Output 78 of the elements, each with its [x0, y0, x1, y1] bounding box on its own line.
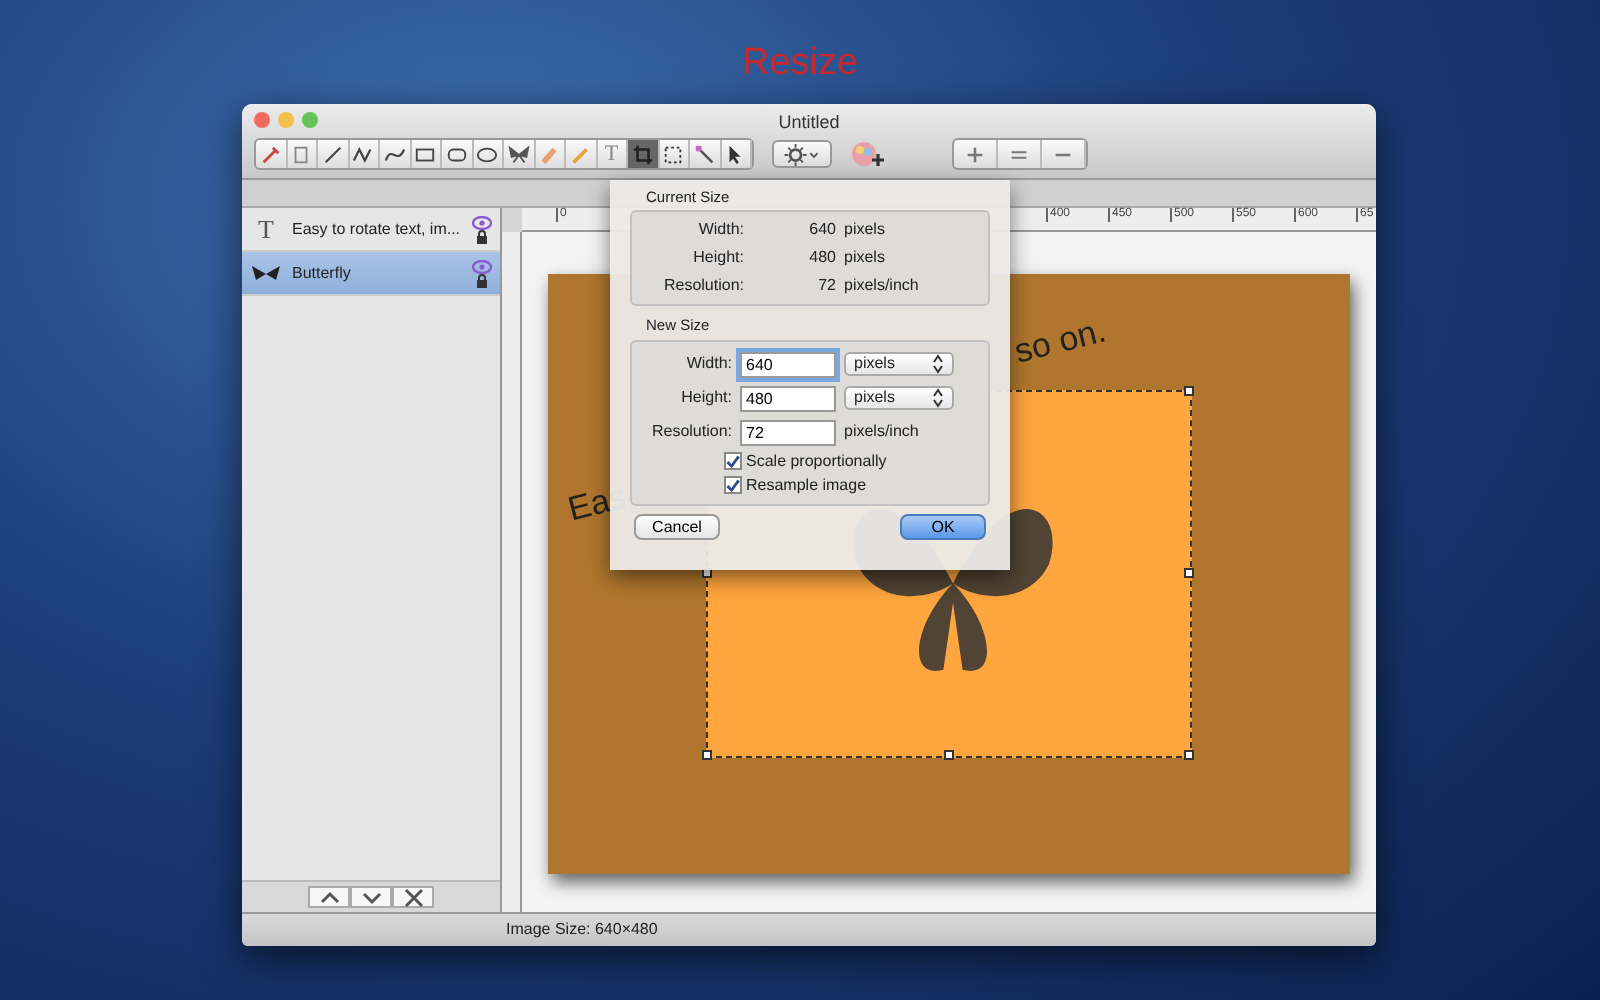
field-label: Height:: [679, 386, 732, 410]
magic-wand-tool-button[interactable]: [690, 140, 721, 168]
selection-tool-button[interactable]: [659, 140, 690, 168]
lock-icon[interactable]: [476, 229, 488, 243]
resize-handle[interactable]: [943, 750, 953, 760]
unit-dropdown[interactable]: pixels: [844, 386, 954, 410]
field-label: Resolution:: [649, 420, 732, 444]
field-label: Width:: [684, 352, 732, 376]
delete-layer-button[interactable]: [392, 886, 434, 908]
magic-wand-icon: [693, 143, 716, 165]
chevron-down-icon: [359, 887, 383, 907]
field-value: 480: [807, 246, 838, 271]
resize-handle[interactable]: [702, 750, 712, 760]
checkbox-label: Resample image: [746, 473, 867, 497]
unit-label: pixels/inch: [844, 420, 919, 444]
dropdown-value: pixels: [854, 352, 895, 376]
gear-menu-button[interactable]: [772, 140, 832, 168]
curve-icon: [383, 143, 406, 165]
page-title: Resize: [741, 40, 859, 88]
input-field[interactable]: 640: [740, 351, 836, 377]
crop-icon: [631, 143, 654, 165]
zigzag-tool-button[interactable]: [349, 140, 380, 168]
settings-icon: [782, 143, 822, 165]
stepper-arrows-icon: [932, 354, 944, 374]
selection-icon: [662, 143, 685, 165]
field-value: 640: [807, 218, 838, 243]
field-value: 72: [816, 274, 838, 299]
eye-icon[interactable]: [472, 215, 492, 229]
status-bar: Image Size: 640×480: [242, 912, 1376, 946]
pencil-icon: [569, 143, 592, 165]
canvas-text: Eas: [562, 475, 632, 533]
lock-icon[interactable]: [476, 273, 488, 287]
move-down-button[interactable]: [350, 886, 392, 908]
stepper-arrows-icon: [932, 388, 944, 408]
plus-icon: [964, 143, 986, 165]
field-label: Width:: [696, 218, 744, 243]
checkbox[interactable]: [724, 476, 742, 494]
ok-button[interactable]: OK: [900, 513, 986, 539]
rounded-rectangle-icon: [445, 143, 468, 165]
eraser-icon: [538, 143, 561, 165]
resize-handle[interactable]: [1184, 386, 1194, 396]
eyedropper-icon: [259, 143, 282, 165]
rounded-rectangle-tool-button[interactable]: [442, 140, 473, 168]
butterfly-tool-button[interactable]: [504, 140, 535, 168]
oval-tool-button[interactable]: [473, 140, 504, 168]
x-icon: [401, 887, 425, 907]
line-icon: [321, 143, 344, 165]
field-label: Resolution:: [661, 274, 744, 299]
layer-name: Butterfly: [292, 261, 353, 285]
input-field[interactable]: 480: [740, 385, 836, 411]
butterfly-thumbnail-icon: [250, 261, 282, 285]
oval-icon: [476, 143, 499, 165]
input-field[interactable]: 72: [740, 419, 836, 445]
cancel-button[interactable]: Cancel: [634, 513, 720, 539]
move-up-button[interactable]: [308, 886, 350, 908]
unit-label: pixels: [844, 246, 885, 271]
chevron-up-icon: [317, 887, 341, 907]
layer-item[interactable]: Butterfly: [242, 252, 500, 296]
rectangle-icon: [414, 143, 437, 165]
layer-type-glyph: T: [256, 211, 276, 248]
resize-handle[interactable]: [1184, 750, 1194, 760]
dropdown-value: pixels: [854, 386, 895, 410]
resize-handle[interactable]: [1184, 568, 1194, 578]
window-title: Untitled: [778, 110, 840, 136]
canvas-text: so on.: [1009, 309, 1112, 375]
field-label: Height:: [691, 246, 744, 271]
checkbox[interactable]: [724, 452, 742, 470]
unit-label: pixels: [844, 218, 885, 243]
crop-tool-button[interactable]: [628, 140, 659, 168]
unit-dropdown[interactable]: pixels: [844, 352, 954, 376]
butterfly-icon: [507, 143, 530, 165]
checkbox-label: Scale proportionally: [746, 449, 887, 473]
rectangle-tool-button[interactable]: [411, 140, 442, 168]
unit-label: pixels/inch: [844, 274, 919, 299]
color-add-icon[interactable]: [850, 139, 886, 169]
curve-tool-button[interactable]: [380, 140, 411, 168]
layer-name: Easy to rotate text, im...: [292, 217, 462, 241]
zigzag-icon: [352, 143, 375, 165]
